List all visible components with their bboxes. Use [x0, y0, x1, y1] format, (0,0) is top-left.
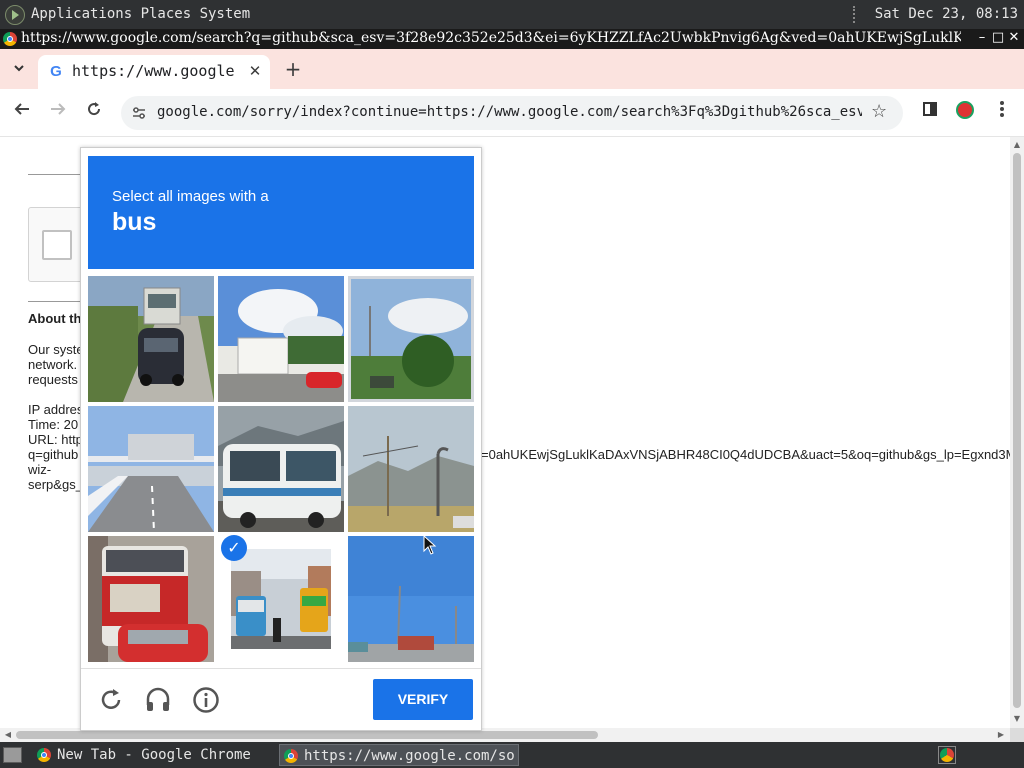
chrome-icon [284, 749, 298, 763]
recaptcha-checkbox[interactable] [42, 230, 72, 260]
refresh-icon [88, 102, 101, 116]
reload-page-button[interactable] [82, 100, 106, 124]
tab-search-button[interactable] [8, 59, 30, 81]
captcha-tile-7[interactable] [88, 536, 214, 662]
captcha-header: Select all images with a bus [88, 156, 474, 269]
ip-line: wiz- [28, 462, 52, 477]
chevron-down-icon [14, 65, 24, 72]
maximize-button[interactable]: □ [990, 30, 1006, 46]
browser-toolbar: google.com/sorry/index?continue=https://… [0, 89, 1024, 137]
back-button[interactable] [10, 100, 34, 124]
system-panel: Applications Places System Sat Dec 23, 0… [0, 0, 1024, 29]
captcha-tile-9[interactable] [348, 536, 474, 662]
chrome-icon [3, 32, 17, 46]
close-window-button[interactable]: ✕ [1006, 30, 1022, 46]
profile-avatar[interactable] [956, 101, 974, 119]
request-url: =0ahUKEwjSgLuklKaDAxVNSjABHR48CI0Q4dUDCB… [481, 447, 1010, 462]
info-paragraph: Our syste network. requests [28, 342, 84, 387]
divider [28, 174, 88, 175]
clock[interactable]: Sat Dec 23, 08:13 [875, 6, 1018, 22]
tab-label: https://www.google.com/sorry/index [72, 62, 234, 80]
distro-logo-icon[interactable] [5, 5, 25, 25]
google-favicon-icon: G [50, 63, 62, 80]
ip-line: IP addres [28, 402, 84, 417]
captcha-footer: VERIFY [81, 668, 481, 731]
info-icon [193, 687, 219, 713]
task-label: New Tab - Google Chrome [57, 747, 251, 763]
bookmark-star-icon[interactable]: ☆ [871, 102, 891, 122]
arrow-left-icon [14, 103, 29, 115]
url-text[interactable]: google.com/sorry/index?continue=https://… [157, 104, 862, 120]
scroll-right-icon[interactable]: ▶ [996, 730, 1006, 740]
minimize-button[interactable]: – [974, 30, 990, 46]
window-titlebar: https://www.google.com/search?q=github&s… [0, 29, 1024, 49]
site-info-icon[interactable] [131, 105, 147, 121]
about-heading: About th [28, 311, 82, 326]
taskbar-item-google[interactable]: https://www.google.com/sorry/index [279, 744, 519, 766]
scroll-left-icon[interactable]: ◀ [3, 730, 13, 740]
taskbar: New Tab - Google Chrome https://www.goog… [0, 742, 1024, 768]
captcha-instruction: Select all images with a [112, 188, 269, 205]
divider [28, 301, 88, 302]
vertical-scrollbar[interactable]: ▲ ▼ [1010, 137, 1024, 728]
mouse-cursor-icon [423, 535, 437, 555]
captcha-tile-5[interactable] [218, 406, 344, 532]
reload-challenge-button[interactable] [96, 685, 126, 715]
scroll-up-icon[interactable]: ▲ [1012, 140, 1022, 150]
scroll-corner [1010, 728, 1024, 742]
captcha-tile-2[interactable] [218, 276, 344, 402]
reload-icon [101, 689, 121, 709]
captcha-tile-3[interactable] [348, 276, 474, 402]
arrow-right-icon [51, 103, 66, 115]
forward-button[interactable] [46, 100, 70, 124]
scroll-thumb[interactable] [1013, 153, 1021, 708]
headphones-icon [146, 687, 170, 711]
panel-grip [853, 6, 859, 23]
captcha-tile-4[interactable] [88, 406, 214, 532]
selected-check-icon: ✓ [221, 535, 247, 561]
kebab-menu-icon [1000, 101, 1004, 117]
side-panel-button[interactable] [918, 100, 942, 124]
address-bar[interactable]: google.com/sorry/index?continue=https://… [121, 96, 903, 130]
system-menus[interactable]: Applications Places System [31, 6, 250, 22]
side-panel-icon [923, 102, 937, 116]
taskbar-item-new-tab[interactable]: New Tab - Google Chrome [33, 744, 277, 766]
show-desktop-icon[interactable] [3, 747, 22, 763]
browser-menu-button[interactable] [990, 100, 1014, 124]
captcha-tile-1[interactable] [88, 276, 214, 402]
ip-line: q=github [28, 447, 79, 462]
chrome-icon [37, 748, 51, 762]
captcha-target: bus [112, 208, 157, 236]
tab-close-button[interactable]: ✕ [245, 61, 265, 81]
scroll-down-icon[interactable]: ▼ [1012, 714, 1022, 724]
tab-strip: G https://www.google.com/sorry/index ✕ + [0, 49, 1024, 89]
captcha-challenge: Select all images with a bus ✓ VERIFY [80, 147, 482, 731]
help-button[interactable] [191, 685, 221, 715]
window-title: https://www.google.com/search?q=github&s… [21, 30, 961, 46]
new-tab-button[interactable]: + [282, 58, 304, 80]
tray-chrome-icon[interactable] [938, 746, 956, 764]
task-label: https://www.google.com/sorry/index [304, 748, 514, 764]
verify-button[interactable]: VERIFY [373, 679, 473, 720]
ip-line: URL: http [28, 432, 83, 447]
tab-active[interactable]: G https://www.google.com/sorry/index ✕ [38, 55, 270, 89]
captcha-tile-6[interactable] [348, 406, 474, 532]
ip-info: IP addres Time: 20 URL: http q=github wi… [28, 402, 88, 492]
scroll-thumb[interactable] [16, 731, 598, 739]
audio-challenge-button[interactable] [143, 685, 173, 715]
ip-line: serp&gs_ [28, 477, 83, 492]
ip-line: Time: 20 [28, 417, 79, 432]
